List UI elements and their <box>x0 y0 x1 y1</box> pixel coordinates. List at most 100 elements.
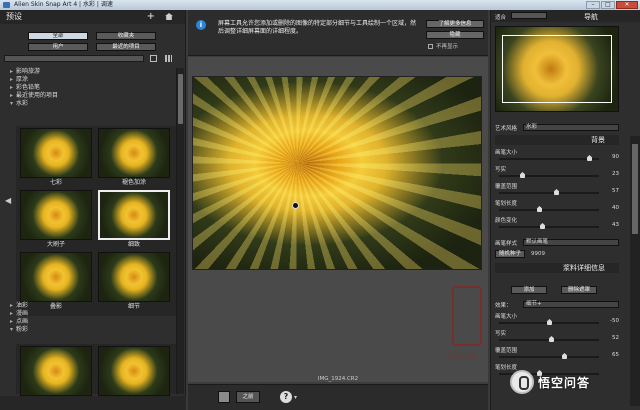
help-dropdown-icon[interactable]: ▾ <box>294 394 297 401</box>
brand-logo: 悟空问答 <box>510 368 640 398</box>
background-slider[interactable]: 画笔大小 90 <box>495 148 619 164</box>
title-bar: Alien Skin Snap Art 4 | 水彩 | 调速 – □ ✕ <box>0 0 640 10</box>
info-message: 屏幕工具允许您添加或删除的图像的特定部分细节与工具绘制一个区域，然后调整详细屏幕… <box>218 20 417 35</box>
watermark-seal: 紫枫摄影 <box>448 282 508 392</box>
presets-panel: 预设 + 全部 收藏夹 用户 最近的项目 影响旅游 厚涂 彩色铅笔 最近使用的项… <box>0 10 186 410</box>
slider-track[interactable] <box>499 175 599 177</box>
tree-item[interactable]: 厚涂 <box>10 76 170 84</box>
settings-scrollbar[interactable] <box>630 136 640 406</box>
slider-track[interactable] <box>499 158 599 160</box>
art-style-select[interactable]: 水彩 <box>523 124 619 131</box>
close-button[interactable]: ✕ <box>616 1 638 9</box>
slider-label: 覆盖范围 <box>495 184 518 190</box>
slider-knob[interactable] <box>554 189 559 195</box>
preset-thumbnail-grid: 七彩 褪色加涂 大刷子 细致 叠影 细节 <box>16 126 176 316</box>
preset-label: 褪色加涂 <box>121 179 146 186</box>
tree-item-watercolor[interactable]: 水彩 <box>10 100 170 108</box>
home-icon[interactable] <box>165 13 173 20</box>
effect-select[interactable]: 细节+ <box>523 301 619 308</box>
slider-knob[interactable] <box>537 206 542 212</box>
slider-value: 40 <box>612 205 619 211</box>
presets-header: 预设 + <box>0 10 185 24</box>
remove-mask-button[interactable]: 删除遮罩 <box>561 286 597 294</box>
tree-item[interactable]: 影响旅游 <box>10 68 170 76</box>
preset-thumbnail-grid-2 <box>16 344 176 396</box>
maximize-button[interactable]: □ <box>601 1 615 9</box>
background-slider[interactable]: 笔划长度 40 <box>495 199 619 215</box>
detail-slider[interactable]: 画笔大小 -50 <box>495 312 619 328</box>
brand-text: 悟空问答 <box>538 376 591 390</box>
add-mask-button[interactable]: 添加 <box>511 286 547 294</box>
filter-all-button[interactable]: 全部 <box>28 32 88 40</box>
minimize-button[interactable]: – <box>586 1 600 9</box>
slider-track[interactable] <box>499 192 599 194</box>
preset-tile[interactable]: 大刷子 <box>20 190 92 252</box>
filter-user-button[interactable]: 用户 <box>28 43 88 51</box>
background-section-header[interactable]: 背景 <box>495 135 619 145</box>
canvas-panel: i 屏幕工具允许您添加或删除的图像的特定部分细节与工具绘制一个区域，然后调整详细… <box>188 10 488 410</box>
list-view-icon[interactable] <box>150 54 157 62</box>
effect-row: 效果： 细节+ <box>495 300 619 309</box>
navigator-viewport[interactable] <box>502 35 612 103</box>
background-slider[interactable]: 写实 23 <box>495 165 619 181</box>
zoom-label: 适合 <box>495 15 507 21</box>
scrollbar-thumb[interactable] <box>632 144 638 234</box>
detail-section-header[interactable]: 浆料详细信息 <box>495 263 619 273</box>
tree-item[interactable]: 粉彩 <box>10 326 170 334</box>
tree-item[interactable]: 油彩 <box>10 302 170 310</box>
background-slider[interactable]: 覆盖范围 57 <box>495 182 619 198</box>
slider-value: 43 <box>612 222 619 228</box>
brush-style-row: 画笔样式 默认画笔 <box>495 238 619 247</box>
help-icon[interactable]: ? <box>280 391 292 403</box>
preview-image[interactable] <box>192 76 482 270</box>
background-slider[interactable]: 颜色变化 43 <box>495 216 619 232</box>
tree-item[interactable]: 点画 <box>10 318 170 326</box>
slider-knob[interactable] <box>549 336 554 342</box>
preset-tile[interactable]: 褪色加涂 <box>98 128 170 190</box>
before-button[interactable]: 之前 <box>236 391 260 403</box>
slider-label: 颜色变化 <box>495 218 518 224</box>
filter-favorites-button[interactable]: 收藏夹 <box>96 32 156 40</box>
slider-track[interactable] <box>499 209 599 211</box>
navigator-thumbnail[interactable] <box>495 26 619 112</box>
checkbox-label: 不再显示 <box>436 44 459 50</box>
tree-item[interactable]: 彩色铅笔 <box>10 84 170 92</box>
tree-item[interactable]: 漫画 <box>10 310 170 318</box>
preset-label: 大刷子 <box>46 241 65 248</box>
filter-recent-button[interactable]: 最近的项目 <box>96 43 156 51</box>
slider-knob[interactable] <box>562 353 567 359</box>
presets-scrollbar[interactable] <box>176 68 184 394</box>
scrollbar-thumb[interactable] <box>178 74 183 124</box>
add-preset-icon[interactable]: + <box>147 10 155 24</box>
slider-knob[interactable] <box>540 223 545 229</box>
presets-title: 预设 <box>6 12 22 21</box>
random-seed-button[interactable]: 随机种子 <box>495 250 525 258</box>
detail-slider[interactable]: 写实 52 <box>495 329 619 345</box>
preset-thumbnail <box>98 252 170 302</box>
slider-track[interactable] <box>499 226 599 228</box>
presets-footer <box>0 396 186 410</box>
art-style-row: 艺术风格 水彩 <box>495 123 619 132</box>
slider-value: 57 <box>612 188 619 194</box>
prev-arrow-icon[interactable]: ◀ <box>5 196 11 205</box>
slider-value: 52 <box>612 335 619 341</box>
view-mode-icon[interactable] <box>218 391 230 403</box>
preset-tile-selected[interactable]: 细致 <box>98 190 170 252</box>
brush-cursor-icon <box>292 202 299 209</box>
zoom-select[interactable] <box>511 12 547 19</box>
slider-label: 写实 <box>495 167 507 173</box>
brush-style-select[interactable]: 默认画笔 <box>523 239 619 246</box>
preset-search-input[interactable] <box>4 54 144 62</box>
grid-view-icon[interactable] <box>165 54 172 62</box>
slider-knob[interactable] <box>520 172 525 178</box>
dont-show-checkbox[interactable]: 不再显示 <box>428 42 458 50</box>
app-icon <box>3 2 10 8</box>
checkbox-box[interactable] <box>428 44 433 49</box>
learn-more-button[interactable]: 了解更多信息 <box>426 20 484 28</box>
hide-button[interactable]: 隐藏 <box>426 31 484 39</box>
preset-tile[interactable]: 七彩 <box>20 128 92 190</box>
slider-knob[interactable] <box>587 155 592 161</box>
tree-item[interactable]: 最近使用的项目 <box>10 92 170 100</box>
slider-knob[interactable] <box>547 319 552 325</box>
slider-value: -50 <box>610 318 619 324</box>
